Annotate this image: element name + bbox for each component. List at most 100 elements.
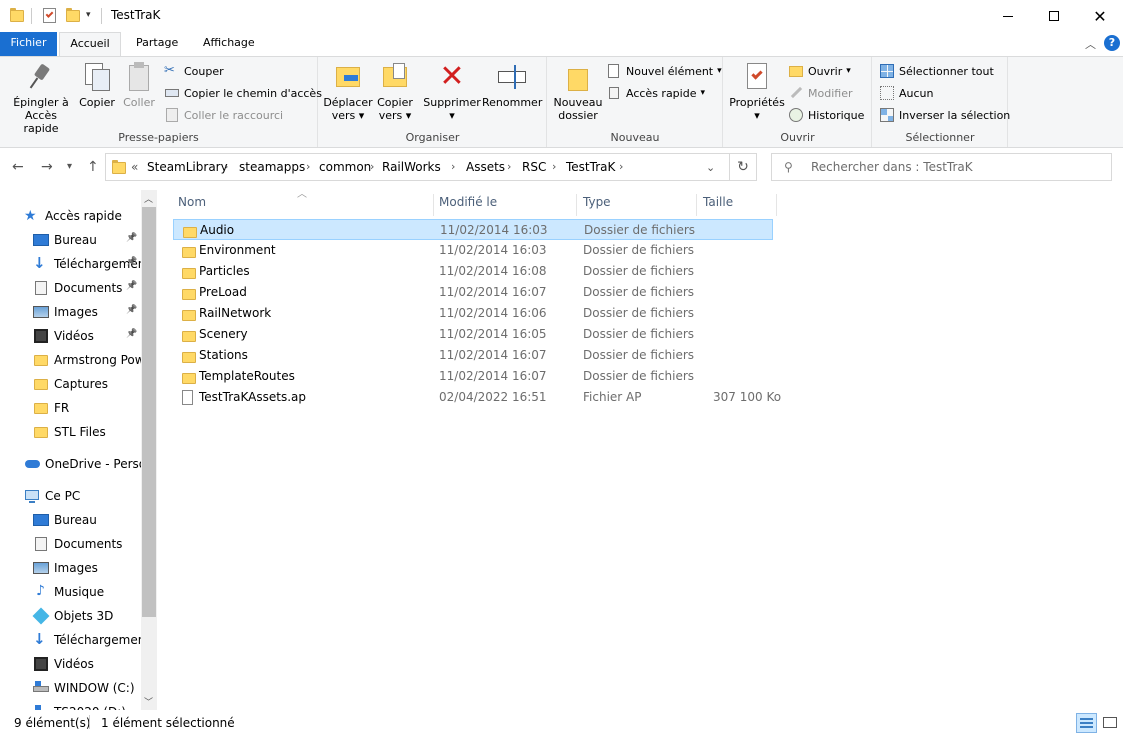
delete-button[interactable]: ✕ Supprimer ▾: [423, 61, 481, 123]
column-header-size[interactable]: Taille: [697, 194, 777, 216]
large-icons-view-button[interactable]: [1100, 713, 1121, 733]
invert-selection-button[interactable]: Inverser la sélection: [879, 107, 1010, 123]
open-button[interactable]: Ouvrir ▾: [788, 63, 851, 79]
new-folder-button[interactable]: Nouveau dossier: [552, 61, 604, 122]
breadcrumb-steamlibrary[interactable]: SteamLibrary: [147, 160, 228, 174]
file-row[interactable]: Particles 11/02/2014 16:08 Dossier de fich…: [173, 261, 773, 282]
properties-quick-icon[interactable]: [43, 8, 56, 23]
pin-icon[interactable]: 📌: [126, 329, 137, 339]
help-icon[interactable]: ?: [1104, 35, 1120, 51]
file-row[interactable]: Audio 11/02/2014 16:03 Dossier de fichiers: [173, 219, 773, 240]
paste-button[interactable]: Coller: [119, 61, 159, 109]
nav-quick-item[interactable]: Vidéos: [33, 324, 94, 348]
breadcrumb-separator-icon[interactable]: ›: [507, 160, 511, 173]
file-row[interactable]: PreLoad 11/02/2014 16:07 Dossier de fichie…: [173, 282, 773, 303]
cut-button[interactable]: ✂ Couper: [164, 63, 224, 79]
scroll-up-icon[interactable]: ︿: [144, 192, 153, 205]
file-row[interactable]: RailNetwork 11/02/2014 16:06 Dossier de fi…: [173, 303, 773, 324]
easy-access-button[interactable]: Accès rapide ▾: [606, 85, 705, 101]
pin-icon[interactable]: 📌: [126, 233, 137, 243]
nav-pc-item[interactable]: ↓ Téléchargements: [33, 628, 156, 652]
address-overflow[interactable]: «: [131, 160, 138, 174]
copy-path-button[interactable]: Copier le chemin d'accès: [164, 85, 322, 101]
nav-quick-item[interactable]: Armstrong Powerhouse: [33, 348, 157, 372]
pin-icon[interactable]: 📌: [126, 305, 137, 315]
file-row[interactable]: Scenery 11/02/2014 16:05 Dossier de fichie…: [173, 324, 773, 345]
breadcrumb-separator-icon[interactable]: ›: [619, 160, 623, 173]
nav-quick-item[interactable]: Captures: [33, 372, 108, 396]
close-button[interactable]: ✕: [1077, 0, 1123, 32]
select-all-button[interactable]: Sélectionner tout: [879, 63, 994, 79]
address-dropdown-icon[interactable]: ⌄: [706, 161, 715, 174]
tab-affichage[interactable]: Affichage: [193, 32, 265, 56]
file-row[interactable]: TestTraKAssets.ap 02/04/2022 16:51 Fichier…: [173, 387, 781, 408]
column-header-name[interactable]: Nom: [172, 194, 434, 216]
recent-locations-icon[interactable]: ▾: [67, 161, 72, 172]
select-none-button[interactable]: Aucun: [879, 85, 934, 101]
nav-quick-item[interactable]: ↓ Téléchargements: [33, 252, 156, 276]
search-input[interactable]: ⚲ Rechercher dans : TestTraK: [771, 153, 1112, 181]
breadcrumb-assets[interactable]: Assets: [466, 160, 505, 174]
copy-to-button[interactable]: Copier vers ▾: [375, 61, 415, 122]
breadcrumb-separator-icon[interactable]: ›: [451, 160, 455, 173]
nav-quick-item[interactable]: Documents: [33, 276, 122, 300]
nav-pc-item[interactable]: TS2020 (D:): [33, 700, 126, 710]
nav-quick-item[interactable]: Bureau: [33, 228, 97, 252]
breadcrumb-separator-icon[interactable]: ›: [306, 160, 310, 173]
edit-button[interactable]: Modifier: [788, 85, 852, 101]
pin-icon[interactable]: 📌: [126, 257, 137, 267]
nav-pc-item[interactable]: Vidéos: [33, 652, 94, 676]
tab-partage[interactable]: Partage: [126, 32, 188, 56]
minimize-button[interactable]: [985, 0, 1031, 32]
paste-shortcut-button[interactable]: Coller le raccourci: [164, 107, 283, 123]
breadcrumb-railworks[interactable]: RailWorks: [382, 160, 441, 174]
customize-quick-access-icon[interactable]: ▾: [86, 10, 91, 20]
rename-button[interactable]: Renommer: [482, 61, 542, 109]
refresh-button[interactable]: ↻: [730, 153, 757, 181]
column-header-type[interactable]: Type: [577, 194, 697, 216]
breadcrumb-testtrak[interactable]: TestTraK: [566, 160, 615, 174]
breadcrumb-separator-icon[interactable]: ›: [224, 160, 228, 173]
nav-quick-item[interactable]: Images: [33, 300, 98, 324]
breadcrumb-separator-icon[interactable]: ›: [370, 160, 374, 173]
breadcrumb-separator-icon[interactable]: ›: [552, 160, 556, 173]
forward-arrow-icon[interactable]: →: [41, 159, 53, 175]
nav-quick-item[interactable]: FR: [33, 396, 69, 420]
history-button[interactable]: Historique: [788, 107, 864, 123]
file-row[interactable]: Environment 11/02/2014 16:03 Dossier de fi…: [173, 240, 773, 261]
properties-dropdown-icon[interactable]: ▾: [728, 109, 786, 122]
nav-quick-item[interactable]: STL Files: [33, 420, 106, 444]
breadcrumb-rsc[interactable]: RSC: [522, 160, 546, 174]
pin-quick-access-button[interactable]: Épingler à Accès rapide: [6, 61, 76, 135]
nav-pc-item[interactable]: Documents: [33, 532, 122, 556]
pin-icon[interactable]: 📌: [126, 281, 137, 291]
new-item-button[interactable]: Nouvel élément ▾: [606, 63, 722, 79]
scroll-down-icon[interactable]: ﹀: [144, 695, 153, 708]
nav-scrollbar-thumb[interactable]: [142, 207, 156, 617]
nav-this-pc[interactable]: Ce PC: [24, 484, 80, 508]
address-bar[interactable]: « SteamLibrary › steamapps › common › Ra…: [105, 153, 730, 181]
details-view-button[interactable]: [1076, 713, 1097, 733]
column-header-modified[interactable]: Modifié le: [433, 194, 577, 216]
collapse-ribbon-icon[interactable]: ︿: [1085, 36, 1096, 52]
nav-onedrive[interactable]: OneDrive - Personal: [24, 452, 157, 476]
maximize-button[interactable]: [1031, 0, 1077, 32]
nav-pc-item[interactable]: ♪ Musique: [33, 580, 104, 604]
back-arrow-icon[interactable]: ←: [12, 159, 24, 175]
nav-pc-item[interactable]: WINDOW (C:): [33, 676, 135, 700]
copy-button[interactable]: Copier: [77, 61, 117, 109]
nav-pc-item[interactable]: Objets 3D: [32, 604, 113, 628]
nav-pc-item[interactable]: Bureau: [33, 508, 97, 532]
breadcrumb-steamapps[interactable]: steamapps: [239, 160, 305, 174]
nav-pc-item[interactable]: Images: [33, 556, 98, 580]
file-row[interactable]: TemplateRoutes 11/02/2014 16:07 Dossier de…: [173, 366, 773, 387]
nav-quick-access[interactable]: ★ Accès rapide: [24, 204, 122, 228]
up-arrow-icon[interactable]: ↑: [87, 159, 99, 175]
file-row[interactable]: Stations 11/02/2014 16:07 Dossier de fichi…: [173, 345, 773, 366]
new-folder-quick-icon[interactable]: [66, 8, 80, 22]
breadcrumb-common[interactable]: common: [319, 160, 371, 174]
tab-accueil[interactable]: Accueil: [59, 32, 121, 57]
delete-dropdown-icon[interactable]: ▾: [423, 109, 481, 122]
properties-button[interactable]: Propriétés ▾: [728, 61, 786, 122]
move-to-button[interactable]: Déplacer vers ▾: [323, 61, 373, 122]
